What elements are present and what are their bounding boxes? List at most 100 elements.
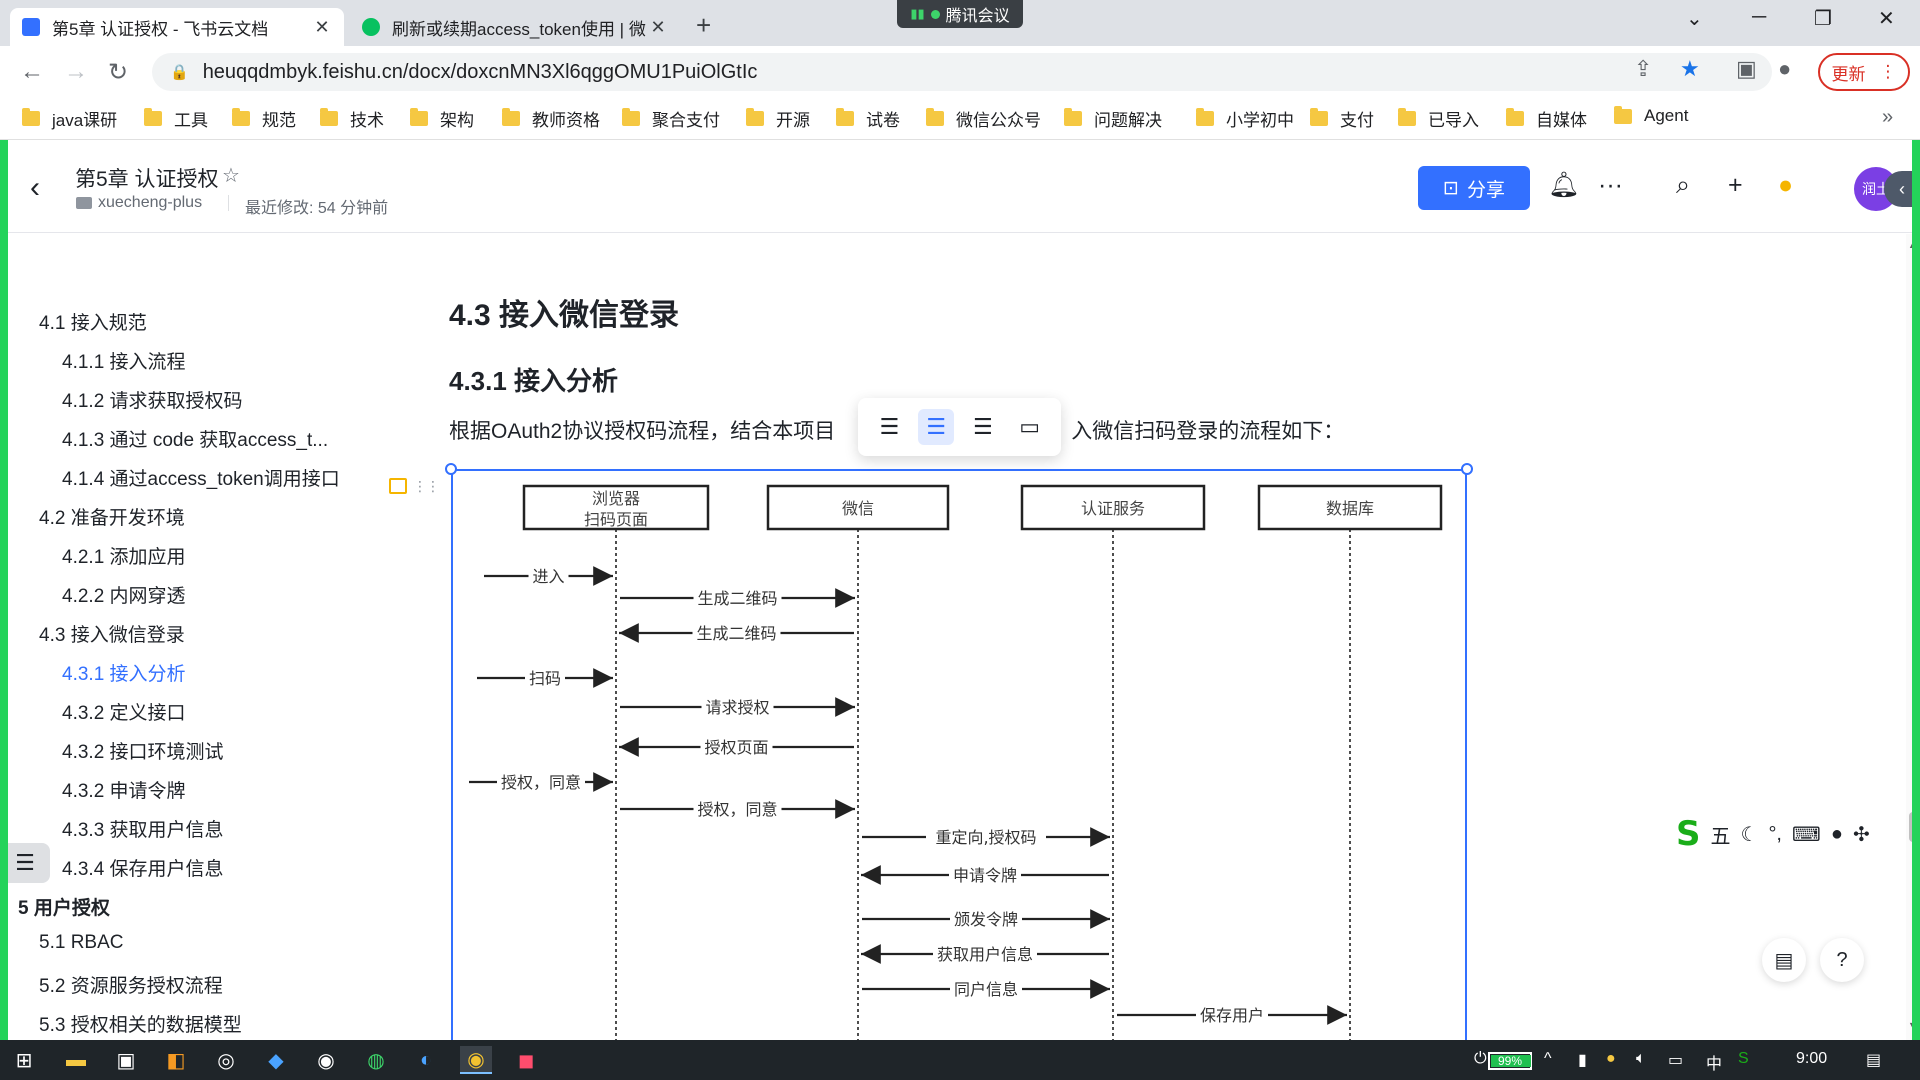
app-icon[interactable]: ◍ [360, 1046, 392, 1074]
outline-item[interactable]: 4.3.2 接口环境测试 [62, 737, 224, 764]
plus-icon[interactable]: + [1728, 171, 1743, 200]
outline-item[interactable]: 5.3 授权相关的数据模型 [39, 1010, 242, 1037]
bookmark-folder[interactable]: java课研 [22, 106, 117, 131]
outline-item[interactable]: 4.1 接入规范 [39, 308, 147, 335]
app-icon[interactable]: ◎ [210, 1046, 242, 1074]
notifications-icon[interactable]: ▤ [1866, 1050, 1881, 1070]
bell-icon[interactable]: 🔔︎ [1548, 171, 1580, 200]
minimize-button[interactable]: ─ [1752, 6, 1766, 29]
intellij-icon[interactable]: ◼ [510, 1046, 542, 1074]
outline-item[interactable]: 5.1 RBAC [39, 932, 123, 954]
url-bar[interactable]: 🔒 heuqqdmbyk.feishu.cn/docx/doxcnMN3Xl6q… [152, 53, 1772, 91]
share-page-icon[interactable]: ⇪ [1634, 56, 1652, 82]
moon-icon[interactable]: ☾ [1741, 822, 1759, 847]
bookmark-folder[interactable]: 自媒体 [1506, 106, 1587, 131]
security-icon[interactable]: ● [1606, 1050, 1616, 1068]
user-icon[interactable]: ● [1831, 823, 1843, 846]
bookmark-folder[interactable]: 支付 [1310, 106, 1374, 131]
outline-item[interactable]: 5.2 资源服务授权流程 [39, 971, 223, 998]
keyboard-icon[interactable]: ⌨ [1792, 822, 1821, 847]
bookmark-folder[interactable]: 试卷 [836, 106, 900, 131]
sequence-diagram[interactable]: 浏览器 扫码页面 微信 认证服务 数据库 进入 生成二维码 生成二维码 扫码 请求授权 授权页面 授权… [451, 469, 1467, 1040]
app-icon[interactable]: ◉ [310, 1046, 342, 1074]
file-explorer-icon[interactable]: ▬ [60, 1046, 92, 1074]
tencent-meeting-indicator[interactable]: ▮▮ 腾讯会议 [897, 0, 1023, 28]
restore-button[interactable]: ❐ [1814, 6, 1832, 31]
chevron-left-icon[interactable]: ‹ [30, 171, 40, 205]
outline-item[interactable]: 4.1.3 通过 code 获取access_t... [62, 425, 328, 452]
image-block-icon[interactable] [389, 478, 407, 494]
app-icon[interactable]: ◧ [160, 1046, 192, 1074]
close-icon[interactable]: ✕ [312, 17, 332, 38]
bookmark-folder[interactable]: 聚合支付 [622, 106, 720, 131]
align-left-icon[interactable]: ☰ [871, 409, 907, 445]
close-icon[interactable]: ✕ [648, 17, 668, 38]
new-tab-button[interactable]: + [696, 10, 711, 41]
bookmark-folder[interactable]: 已导入 [1398, 106, 1479, 131]
volume-icon[interactable]: 🔈︎ [1636, 1050, 1646, 1068]
share-button[interactable]: ⊡ 分享 [1418, 166, 1530, 210]
punctuation-icon[interactable]: °, [1768, 823, 1782, 846]
outline-item[interactable]: 4.2.1 添加应用 [62, 542, 186, 569]
plug-icon[interactable]: ⏻ [1474, 1050, 1487, 1068]
bookmark-folder[interactable]: 微信公众号 [926, 106, 1041, 131]
reload-icon[interactable]: ↻ [108, 58, 128, 87]
app-window-icon[interactable]: ▣ [110, 1046, 142, 1074]
outline-item[interactable]: 4.3 接入微信登录 [39, 620, 185, 647]
bookmark-folder[interactable]: 工具 [144, 106, 208, 131]
outline-item[interactable]: 4.1.4 通过access_token调用接口 [62, 464, 340, 491]
search-icon[interactable]: ⌕ [1676, 171, 1690, 200]
outline-item[interactable]: 5 用户授权 [18, 893, 110, 920]
tab-wechat-doc[interactable]: 刷新或续期access_token使用 | 微 ✕ [350, 8, 680, 46]
bookmark-star-icon[interactable]: ★ [1680, 56, 1700, 82]
bookmark-folder[interactable]: 开源 [746, 106, 810, 131]
align-right-icon[interactable]: ☰ [965, 409, 1001, 445]
chevron-up-icon[interactable]: ^ [1544, 1050, 1552, 1068]
bookmark-folder[interactable]: Agent [1614, 105, 1688, 126]
tab-feishu-doc[interactable]: 第5章 认证授权 - 飞书云文档 ✕ [10, 8, 344, 46]
align-center-icon[interactable]: ☰ [918, 409, 955, 445]
edge-icon[interactable]: ◐ [410, 1046, 442, 1074]
apps-grid-icon[interactable]: ✣ [1853, 822, 1870, 847]
outline-item[interactable]: 4.1.1 接入流程 [62, 347, 186, 374]
tab-search-chevron-icon[interactable]: ⌄ [1686, 6, 1703, 31]
catalog-icon[interactable]: ▤ [1762, 938, 1806, 982]
outline-item[interactable]: 4.3.3 获取用户信息 [62, 815, 224, 842]
bookmark-folder[interactable]: 技术 [320, 106, 384, 131]
outline-item[interactable]: 4.2.2 内网穿透 [62, 581, 186, 608]
bookmark-folder[interactable]: 规范 [232, 106, 296, 131]
lightbulb-icon[interactable]: ● [1778, 171, 1793, 200]
outline-item[interactable]: 4.1.2 请求获取授权码 [62, 386, 243, 413]
resize-handle[interactable] [445, 463, 457, 475]
back-arrow-icon[interactable]: ← [20, 58, 44, 86]
windows-start-icon[interactable]: ⊞ [8, 1046, 40, 1074]
app-icon[interactable]: ◆ [260, 1046, 292, 1074]
favorite-star-icon[interactable]: ☆ [222, 163, 240, 188]
bookmark-folder[interactable]: 教师资格 [502, 106, 600, 131]
sogou-tray-icon[interactable]: S [1738, 1050, 1749, 1068]
bookmark-folder[interactable]: 架构 [410, 106, 474, 131]
clock[interactable]: 9:00 [1796, 1050, 1827, 1068]
network-icon[interactable]: ▭ [1668, 1050, 1683, 1070]
doc-title[interactable]: 第5章 认证授权 [75, 163, 219, 193]
bookmark-folder[interactable]: 问题解决 [1064, 106, 1162, 131]
breadcrumb[interactable]: xuecheng-plus [76, 194, 202, 212]
more-icon[interactable]: ··· [1598, 171, 1623, 200]
battery-indicator[interactable]: 99% [1488, 1052, 1532, 1070]
outline-item[interactable]: 4.3.2 定义接口 [62, 698, 186, 725]
more-bookmarks-icon[interactable]: » [1882, 106, 1893, 129]
ime-toolbar[interactable]: S 五 ☾ °, ⌨ ● ✣ [1676, 814, 1906, 854]
side-panel-icon[interactable]: ▣ [1736, 56, 1757, 82]
update-button[interactable]: 更新 ⋮ [1818, 53, 1910, 91]
input-method[interactable]: 中 [1706, 1050, 1722, 1074]
bookmark-folder[interactable]: 小学初中 [1196, 106, 1294, 131]
microphone-icon[interactable]: ▮ [1578, 1050, 1587, 1070]
resize-handle[interactable] [1461, 463, 1473, 475]
window-close-button[interactable]: ✕ [1878, 6, 1895, 31]
help-icon[interactable]: ? [1820, 938, 1864, 982]
outline-item[interactable]: 4.3.2 申请令牌 [62, 776, 186, 803]
drag-handle-icon[interactable]: ⋮⋮ [413, 478, 440, 495]
forward-arrow-icon[interactable]: → [64, 58, 88, 86]
comment-icon[interactable]: ▭ [1012, 409, 1048, 445]
outline-item[interactable]: 4.2 准备开发环境 [39, 503, 185, 530]
